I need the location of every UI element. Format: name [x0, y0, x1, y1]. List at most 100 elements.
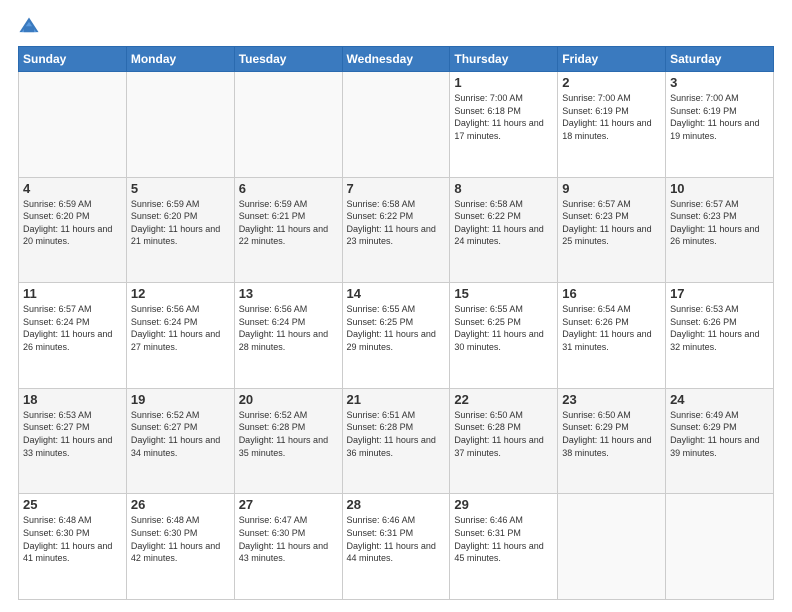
- calendar-header-monday: Monday: [126, 47, 234, 72]
- day-number: 9: [562, 181, 661, 196]
- calendar-cell: 14 Sunrise: 6:55 AMSunset: 6:25 PMDayligh…: [342, 283, 450, 389]
- calendar-cell: 15 Sunrise: 6:55 AMSunset: 6:25 PMDayligh…: [450, 283, 558, 389]
- cell-info: Sunrise: 6:56 AMSunset: 6:24 PMDaylight:…: [131, 303, 230, 353]
- calendar-cell: 23 Sunrise: 6:50 AMSunset: 6:29 PMDayligh…: [558, 388, 666, 494]
- calendar-cell: 18 Sunrise: 6:53 AMSunset: 6:27 PMDayligh…: [19, 388, 127, 494]
- cell-info: Sunrise: 6:46 AMSunset: 6:31 PMDaylight:…: [454, 514, 553, 564]
- day-number: 2: [562, 75, 661, 90]
- calendar-cell: 9 Sunrise: 6:57 AMSunset: 6:23 PMDaylight…: [558, 177, 666, 283]
- day-number: 3: [670, 75, 769, 90]
- calendar-week-1: 4 Sunrise: 6:59 AMSunset: 6:20 PMDaylight…: [19, 177, 774, 283]
- cell-info: Sunrise: 6:58 AMSunset: 6:22 PMDaylight:…: [347, 198, 446, 248]
- calendar-cell: 13 Sunrise: 6:56 AMSunset: 6:24 PMDayligh…: [234, 283, 342, 389]
- calendar-header-row: SundayMondayTuesdayWednesdayThursdayFrid…: [19, 47, 774, 72]
- cell-info: Sunrise: 6:49 AMSunset: 6:29 PMDaylight:…: [670, 409, 769, 459]
- calendar-cell: 28Sunrise: 6:46 AMSunset: 6:31 PMDayligh…: [342, 494, 450, 600]
- day-number: 27: [239, 497, 338, 512]
- day-number: 5: [131, 181, 230, 196]
- calendar-cell: 1 Sunrise: 7:00 AMSunset: 6:18 PMDaylight…: [450, 72, 558, 178]
- day-number: 28: [347, 497, 446, 512]
- logo-icon: [18, 16, 40, 38]
- header: [18, 16, 774, 38]
- calendar-cell: 27 Sunrise: 6:47 AMSunset: 6:30 PMDayligh…: [234, 494, 342, 600]
- calendar-cell: 3 Sunrise: 7:00 AMSunset: 6:19 PMDaylight…: [666, 72, 774, 178]
- day-number: 4: [23, 181, 122, 196]
- day-number: 10: [670, 181, 769, 196]
- day-number: 6: [239, 181, 338, 196]
- day-number: 22: [454, 392, 553, 407]
- day-number: 19: [131, 392, 230, 407]
- cell-info: Sunrise: 6:56 AMSunset: 6:24 PMDaylight:…: [239, 303, 338, 353]
- cell-info: Sunrise: 6:50 AMSunset: 6:29 PMDaylight:…: [562, 409, 661, 459]
- cell-info: Sunrise: 7:00 AMSunset: 6:18 PMDaylight:…: [454, 92, 553, 142]
- day-number: 18: [23, 392, 122, 407]
- cell-info: Sunrise: 6:50 AMSunset: 6:28 PMDaylight:…: [454, 409, 553, 459]
- calendar-week-3: 18 Sunrise: 6:53 AMSunset: 6:27 PMDayligh…: [19, 388, 774, 494]
- calendar-cell: 19 Sunrise: 6:52 AMSunset: 6:27 PMDayligh…: [126, 388, 234, 494]
- day-number: 26: [131, 497, 230, 512]
- day-number: 23: [562, 392, 661, 407]
- page: SundayMondayTuesdayWednesdayThursdayFrid…: [0, 0, 792, 612]
- cell-info: Sunrise: 6:55 AMSunset: 6:25 PMDaylight:…: [454, 303, 553, 353]
- calendar-week-0: 1 Sunrise: 7:00 AMSunset: 6:18 PMDaylight…: [19, 72, 774, 178]
- day-number: 20: [239, 392, 338, 407]
- calendar-cell: 5 Sunrise: 6:59 AMSunset: 6:20 PMDaylight…: [126, 177, 234, 283]
- day-number: 16: [562, 286, 661, 301]
- day-number: 25: [23, 497, 122, 512]
- day-number: 29: [454, 497, 553, 512]
- calendar-header-wednesday: Wednesday: [342, 47, 450, 72]
- logo: [18, 16, 44, 38]
- calendar-week-4: 25 Sunrise: 6:48 AMSunset: 6:30 PMDayligh…: [19, 494, 774, 600]
- calendar-cell: [19, 72, 127, 178]
- day-number: 13: [239, 286, 338, 301]
- calendar-cell: 21 Sunrise: 6:51 AMSunset: 6:28 PMDayligh…: [342, 388, 450, 494]
- calendar-header-sunday: Sunday: [19, 47, 127, 72]
- calendar-cell: 4Sunrise: 6:59 AMSunset: 6:20 PMDaylight…: [19, 177, 127, 283]
- calendar-header-friday: Friday: [558, 47, 666, 72]
- cell-info: Sunrise: 6:59 AMSunset: 6:21 PMDaylight:…: [239, 198, 338, 248]
- day-number: 17: [670, 286, 769, 301]
- calendar-cell: 16 Sunrise: 6:54 AMSunset: 6:26 PMDayligh…: [558, 283, 666, 389]
- calendar-week-2: 11Sunrise: 6:57 AMSunset: 6:24 PMDayligh…: [19, 283, 774, 389]
- calendar-cell: 10 Sunrise: 6:57 AMSunset: 6:23 PMDayligh…: [666, 177, 774, 283]
- day-number: 1: [454, 75, 553, 90]
- cell-info: Sunrise: 6:48 AMSunset: 6:30 PMDaylight:…: [131, 514, 230, 564]
- calendar-header-saturday: Saturday: [666, 47, 774, 72]
- day-number: 21: [347, 392, 446, 407]
- calendar-cell: [558, 494, 666, 600]
- calendar-cell: 11Sunrise: 6:57 AMSunset: 6:24 PMDayligh…: [19, 283, 127, 389]
- calendar-cell: [342, 72, 450, 178]
- day-number: 8: [454, 181, 553, 196]
- day-number: 24: [670, 392, 769, 407]
- calendar-cell: [234, 72, 342, 178]
- calendar-cell: 8 Sunrise: 6:58 AMSunset: 6:22 PMDaylight…: [450, 177, 558, 283]
- calendar-cell: 25Sunrise: 6:48 AMSunset: 6:30 PMDayligh…: [19, 494, 127, 600]
- calendar-cell: [126, 72, 234, 178]
- calendar-cell: [666, 494, 774, 600]
- calendar-cell: 12 Sunrise: 6:56 AMSunset: 6:24 PMDayligh…: [126, 283, 234, 389]
- calendar-cell: 6 Sunrise: 6:59 AMSunset: 6:21 PMDaylight…: [234, 177, 342, 283]
- calendar-cell: 7Sunrise: 6:58 AMSunset: 6:22 PMDaylight…: [342, 177, 450, 283]
- cell-info: Sunrise: 6:51 AMSunset: 6:28 PMDaylight:…: [347, 409, 446, 459]
- cell-info: Sunrise: 6:57 AMSunset: 6:23 PMDaylight:…: [562, 198, 661, 248]
- day-number: 12: [131, 286, 230, 301]
- calendar-cell: 24 Sunrise: 6:49 AMSunset: 6:29 PMDayligh…: [666, 388, 774, 494]
- cell-info: Sunrise: 7:00 AMSunset: 6:19 PMDaylight:…: [670, 92, 769, 142]
- calendar-cell: 17Sunrise: 6:53 AMSunset: 6:26 PMDayligh…: [666, 283, 774, 389]
- calendar-header-tuesday: Tuesday: [234, 47, 342, 72]
- cell-info: Sunrise: 6:53 AMSunset: 6:27 PMDaylight:…: [23, 409, 122, 459]
- cell-info: Sunrise: 7:00 AMSunset: 6:19 PMDaylight:…: [562, 92, 661, 142]
- day-number: 14: [347, 286, 446, 301]
- cell-info: Sunrise: 6:52 AMSunset: 6:28 PMDaylight:…: [239, 409, 338, 459]
- cell-info: Sunrise: 6:47 AMSunset: 6:30 PMDaylight:…: [239, 514, 338, 564]
- calendar-cell: 2 Sunrise: 7:00 AMSunset: 6:19 PMDaylight…: [558, 72, 666, 178]
- day-number: 15: [454, 286, 553, 301]
- calendar-cell: 22 Sunrise: 6:50 AMSunset: 6:28 PMDayligh…: [450, 388, 558, 494]
- cell-info: Sunrise: 6:55 AMSunset: 6:25 PMDaylight:…: [347, 303, 446, 353]
- cell-info: Sunrise: 6:59 AMSunset: 6:20 PMDaylight:…: [131, 198, 230, 248]
- calendar-cell: 29 Sunrise: 6:46 AMSunset: 6:31 PMDayligh…: [450, 494, 558, 600]
- cell-info: Sunrise: 6:57 AMSunset: 6:23 PMDaylight:…: [670, 198, 769, 248]
- cell-info: Sunrise: 6:52 AMSunset: 6:27 PMDaylight:…: [131, 409, 230, 459]
- cell-info: Sunrise: 6:54 AMSunset: 6:26 PMDaylight:…: [562, 303, 661, 353]
- cell-info: Sunrise: 6:58 AMSunset: 6:22 PMDaylight:…: [454, 198, 553, 248]
